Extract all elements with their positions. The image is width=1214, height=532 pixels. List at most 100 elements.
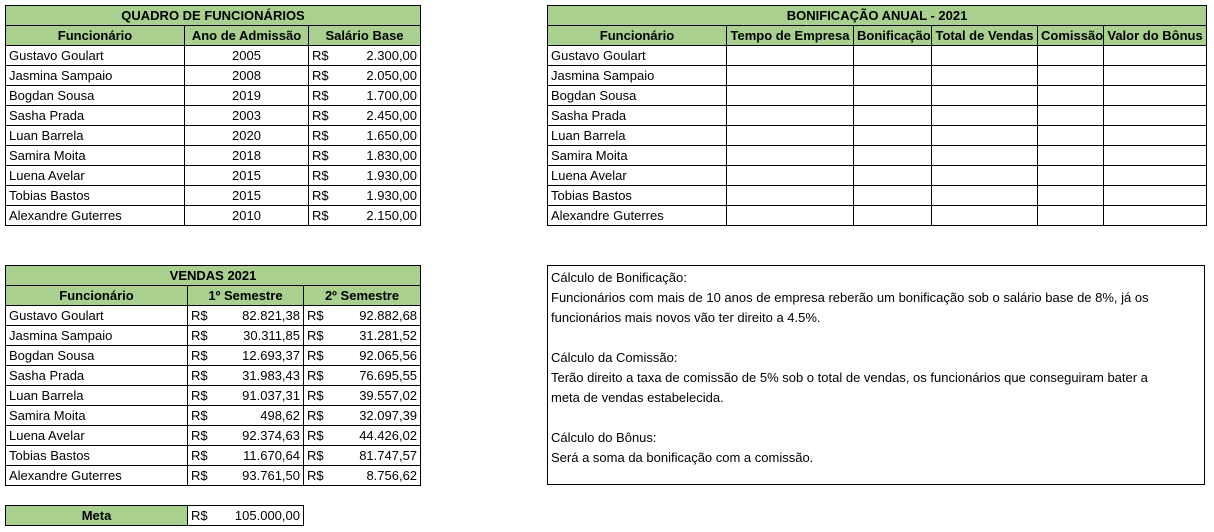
salary-currency-cell[interactable]: R$ <box>308 65 339 86</box>
s1-currency-cell[interactable]: R$ <box>187 365 218 386</box>
bonus-header-total-sales[interactable]: Total de Vendas <box>931 25 1038 46</box>
salary-value-cell[interactable]: 2.300,00 <box>338 45 422 66</box>
admission-year-cell[interactable]: 2005 <box>184 45 309 66</box>
s1-currency-cell[interactable]: R$ <box>187 465 218 486</box>
bonus-name-cell[interactable]: Jasmina Sampaio <box>547 65 727 86</box>
bonus-header-bonus-value[interactable]: Valor do Bônus <box>1102 25 1208 46</box>
bonus-header-tenure[interactable]: Tempo de Empresa <box>726 25 854 46</box>
s1-currency-cell[interactable]: R$ <box>187 345 218 366</box>
bonus-name-cell[interactable]: Samira Moita <box>547 145 727 166</box>
s2-value-cell[interactable]: 31.281,52 <box>333 325 422 346</box>
bonus-total-sales-cell[interactable] <box>931 45 1038 66</box>
bonus-bonification-cell[interactable] <box>853 185 932 206</box>
s2-currency-cell[interactable]: R$ <box>303 325 334 346</box>
sales-name-cell[interactable]: Samira Moita <box>5 405 188 426</box>
s2-value-cell[interactable]: 44.426,02 <box>333 425 422 446</box>
bonus-total-sales-cell[interactable] <box>931 65 1038 86</box>
employee-name-cell[interactable]: Tobias Bastos <box>5 185 185 206</box>
employee-name-cell[interactable]: Jasmina Sampaio <box>5 65 185 86</box>
s2-currency-cell[interactable]: R$ <box>303 365 334 386</box>
sales-name-cell[interactable]: Tobias Bastos <box>5 445 188 466</box>
bonus-commission-cell[interactable] <box>1037 145 1104 166</box>
bonus-bonus-value-cell[interactable] <box>1102 85 1208 106</box>
bonus-bonification-cell[interactable] <box>853 145 932 166</box>
s2-value-cell[interactable]: 92.882,68 <box>333 305 422 326</box>
s2-currency-cell[interactable]: R$ <box>303 385 334 406</box>
s1-value-cell[interactable]: 91.037,31 <box>217 385 304 406</box>
s2-value-cell[interactable]: 32.097,39 <box>333 405 422 426</box>
salary-currency-cell[interactable]: R$ <box>308 85 339 106</box>
bonus-name-cell[interactable]: Gustavo Goulart <box>547 45 727 66</box>
employees-title[interactable]: QUADRO DE FUNCIONÁRIOS <box>4 5 422 26</box>
bonus-total-sales-cell[interactable] <box>931 85 1038 106</box>
sales-header-name[interactable]: Funcionário <box>5 285 188 306</box>
s1-value-cell[interactable]: 93.761,50 <box>217 465 304 486</box>
meta-currency[interactable]: R$ <box>187 505 218 526</box>
bonus-name-cell[interactable]: Sasha Prada <box>547 105 727 126</box>
meta-label[interactable]: Meta <box>5 505 188 526</box>
bonus-bonus-value-cell[interactable] <box>1102 105 1208 126</box>
bonus-title[interactable]: BONIFICAÇÃO ANUAL - 2021 <box>546 5 1208 26</box>
admission-year-cell[interactable]: 2018 <box>184 145 309 166</box>
bonus-bonification-cell[interactable] <box>853 165 932 186</box>
s1-value-cell[interactable]: 30.311,85 <box>217 325 304 346</box>
s1-currency-cell[interactable]: R$ <box>187 385 218 406</box>
s2-value-cell[interactable]: 92.065,56 <box>333 345 422 366</box>
sales-name-cell[interactable]: Alexandre Guterres <box>5 465 188 486</box>
salary-currency-cell[interactable]: R$ <box>308 45 339 66</box>
bonus-name-cell[interactable]: Tobias Bastos <box>547 185 727 206</box>
admission-year-cell[interactable]: 2010 <box>184 205 309 226</box>
s1-currency-cell[interactable]: R$ <box>187 445 218 466</box>
s2-currency-cell[interactable]: R$ <box>303 305 334 326</box>
employee-name-cell[interactable]: Luena Avelar <box>5 165 185 186</box>
s1-currency-cell[interactable]: R$ <box>187 325 218 346</box>
employee-name-cell[interactable]: Bogdan Sousa <box>5 85 185 106</box>
admission-year-cell[interactable]: 2015 <box>184 165 309 186</box>
bonus-header-commission[interactable]: Comissão <box>1037 25 1104 46</box>
admission-year-cell[interactable]: 2019 <box>184 85 309 106</box>
employees-header-year[interactable]: Ano de Admissão <box>184 25 309 46</box>
bonus-header-bonification[interactable]: Bonificação <box>853 25 932 46</box>
bonus-total-sales-cell[interactable] <box>931 105 1038 126</box>
bonus-bonification-cell[interactable] <box>853 125 932 146</box>
bonus-bonification-cell[interactable] <box>853 65 932 86</box>
bonus-commission-cell[interactable] <box>1037 125 1104 146</box>
employees-header-name[interactable]: Funcionário <box>5 25 185 46</box>
sales-name-cell[interactable]: Bogdan Sousa <box>5 345 188 366</box>
s1-value-cell[interactable]: 82.821,38 <box>217 305 304 326</box>
bonus-name-cell[interactable]: Bogdan Sousa <box>547 85 727 106</box>
bonus-bonification-cell[interactable] <box>853 105 932 126</box>
salary-value-cell[interactable]: 2.050,00 <box>338 65 422 86</box>
bonus-name-cell[interactable]: Luena Avelar <box>547 165 727 186</box>
s1-currency-cell[interactable]: R$ <box>187 425 218 446</box>
admission-year-cell[interactable]: 2003 <box>184 105 309 126</box>
bonus-tenure-cell[interactable] <box>726 185 854 206</box>
bonus-bonus-value-cell[interactable] <box>1102 45 1208 66</box>
bonus-name-cell[interactable]: Luan Barrela <box>547 125 727 146</box>
sales-title[interactable]: VENDAS 2021 <box>4 265 422 286</box>
bonus-bonification-cell[interactable] <box>853 45 932 66</box>
sales-name-cell[interactable]: Gustavo Goulart <box>5 305 188 326</box>
bonus-tenure-cell[interactable] <box>726 45 854 66</box>
bonus-commission-cell[interactable] <box>1037 165 1104 186</box>
s2-value-cell[interactable]: 76.695,55 <box>333 365 422 386</box>
bonus-tenure-cell[interactable] <box>726 145 854 166</box>
bonus-commission-cell[interactable] <box>1037 45 1104 66</box>
s2-value-cell[interactable]: 39.557,02 <box>333 385 422 406</box>
salary-currency-cell[interactable]: R$ <box>308 105 339 126</box>
sales-header-s1[interactable]: 1º Semestre <box>187 285 304 306</box>
s1-value-cell[interactable]: 92.374,63 <box>217 425 304 446</box>
bonus-bonus-value-cell[interactable] <box>1102 205 1208 226</box>
admission-year-cell[interactable]: 2015 <box>184 185 309 206</box>
s1-value-cell[interactable]: 498,62 <box>217 405 304 426</box>
sales-name-cell[interactable]: Luena Avelar <box>5 425 188 446</box>
admission-year-cell[interactable]: 2020 <box>184 125 309 146</box>
salary-currency-cell[interactable]: R$ <box>308 185 339 206</box>
meta-value[interactable]: 105.000,00 <box>217 505 304 526</box>
s1-value-cell[interactable]: 12.693,37 <box>217 345 304 366</box>
s2-currency-cell[interactable]: R$ <box>303 425 334 446</box>
bonus-bonification-cell[interactable] <box>853 85 932 106</box>
bonus-commission-cell[interactable] <box>1037 65 1104 86</box>
s1-value-cell[interactable]: 11.670,64 <box>217 445 304 466</box>
salary-currency-cell[interactable]: R$ <box>308 125 339 146</box>
